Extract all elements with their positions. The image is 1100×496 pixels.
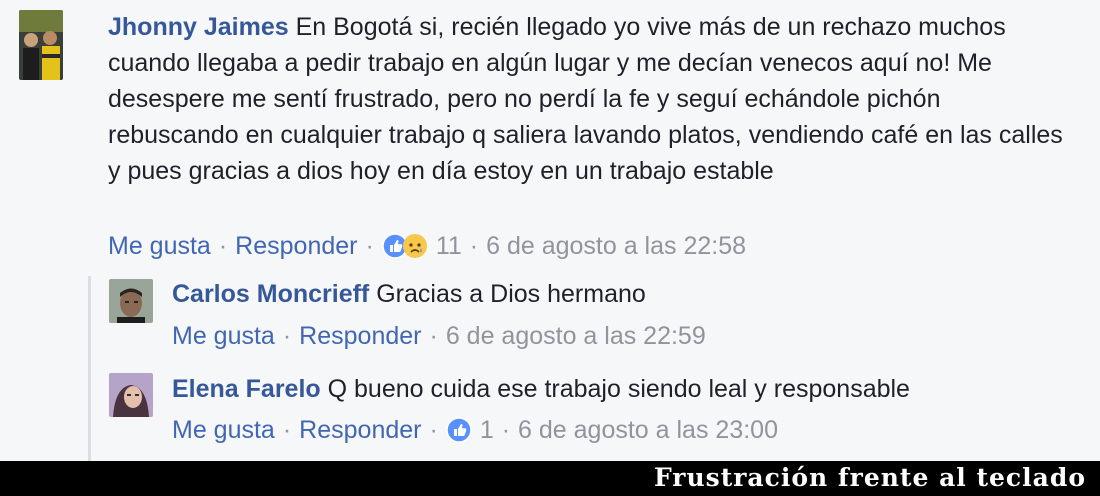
avatar-elena-farelo[interactable] [109, 373, 153, 417]
like-link[interactable]: Me gusta [172, 321, 275, 351]
reply-link[interactable]: Responder [299, 415, 421, 445]
timestamp[interactable]: 6 de agosto a las 22:58 [486, 231, 746, 261]
reactions-summary[interactable] [382, 233, 428, 259]
like-link[interactable]: Me gusta [172, 415, 275, 445]
reply-text: Gracias a Dios hermano [376, 280, 646, 308]
separator-dot: · [469, 232, 479, 260]
comment-actions: Me gusta · Responder · 11 · 6 de agosto … [108, 231, 746, 261]
timestamp[interactable]: 6 de agosto a las 23:00 [518, 415, 778, 445]
reactions-summary[interactable] [446, 417, 472, 443]
reply-actions: Me gusta · Responder · 1 · 6 de agosto a… [172, 415, 778, 445]
caption-text: Frustración frente al teclado [653, 463, 1086, 492]
separator-dot: · [365, 232, 374, 260]
avatar-jhonny-jaimes[interactable] [19, 10, 63, 80]
separator-dot: · [218, 232, 228, 260]
like-icon [446, 417, 472, 443]
reply-body: Carlos Moncrieff Gracias a Dios hermano [172, 276, 1072, 312]
avatar-carlos-moncrieff[interactable] [109, 279, 153, 323]
like-link[interactable]: Me gusta [108, 231, 211, 261]
reaction-count[interactable]: 1 [480, 415, 494, 445]
separator-dot: · [429, 416, 438, 444]
reply-body: Elena Farelo Q bueno cuida ese trabajo s… [172, 371, 1072, 407]
caption-bar: Frustración frente al teclado [0, 461, 1100, 496]
reaction-count[interactable]: 11 [436, 231, 462, 261]
sad-icon [402, 233, 428, 259]
separator-dot: · [282, 322, 292, 350]
comment-body: Jhonny Jaimes En Bogotá si, recién llega… [108, 9, 1068, 189]
comment-thread: Jhonny Jaimes En Bogotá si, recién llega… [0, 0, 1100, 461]
comment-author-link[interactable]: Jhonny Jaimes [108, 13, 289, 41]
separator-dot: · [282, 416, 292, 444]
reply-thread-line [88, 276, 91, 461]
separator-dot: · [501, 416, 511, 444]
reply-actions: Me gusta · Responder · 6 de agosto a las… [172, 321, 706, 351]
timestamp[interactable]: 6 de agosto a las 22:59 [446, 321, 706, 351]
reply-link[interactable]: Responder [235, 231, 357, 261]
reply-text: Q bueno cuida ese trabajo siendo leal y … [327, 375, 910, 403]
reply-author-link[interactable]: Elena Farelo [172, 375, 321, 403]
reply-author-link[interactable]: Carlos Moncrieff [172, 280, 369, 308]
reply-link[interactable]: Responder [299, 321, 421, 351]
separator-dot: · [429, 322, 438, 350]
